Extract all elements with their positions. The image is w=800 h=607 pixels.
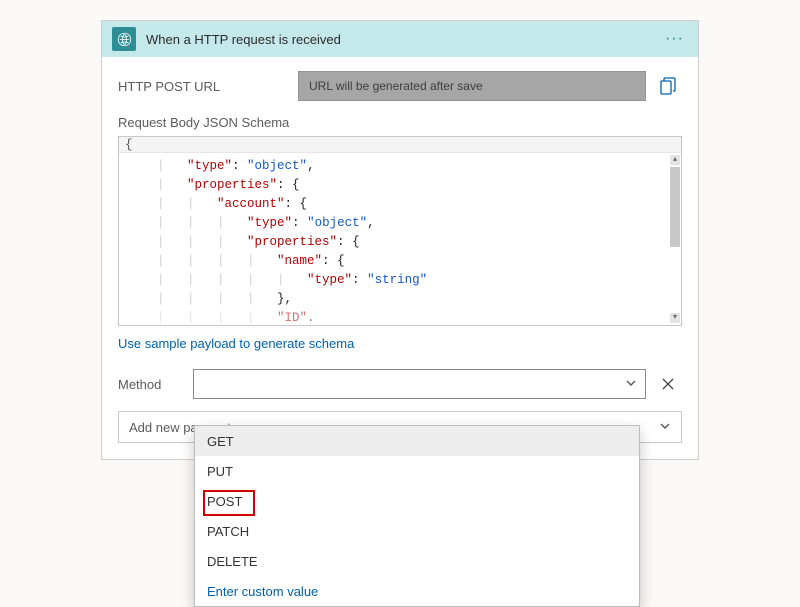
method-option-put[interactable]: PUT [195,456,639,486]
method-row: Method [118,369,682,399]
schema-line: | | "account": { [127,195,679,214]
trigger-card: When a HTTP request is received ··· HTTP… [101,20,699,460]
method-select[interactable] [193,369,646,399]
url-label: HTTP POST URL [118,79,298,94]
url-row: HTTP POST URL URL will be generated afte… [118,71,682,101]
url-readonly-field: URL will be generated after save [298,71,646,101]
method-label: Method [118,377,193,392]
close-icon [661,377,675,391]
copy-url-button[interactable] [654,72,682,100]
method-option-get[interactable]: GET [195,426,639,456]
schema-line: | | | | | "type": "string" [127,271,679,290]
schema-line: | "type": "object", [127,157,679,176]
schema-first-line: { [119,137,681,153]
enter-custom-value-link[interactable]: Enter custom value [195,576,639,606]
http-request-icon [112,27,136,51]
schema-line: | | | "type": "object", [127,214,679,233]
method-option-patch[interactable]: PATCH [195,516,639,546]
copy-icon [660,77,676,95]
schema-content: ▴ ▾ | "type": "object", | "properties": … [119,153,681,325]
schema-line: | | | | "name": { [127,252,679,271]
method-option-delete[interactable]: DELETE [195,546,639,576]
schema-line: | | | | "ID". [127,309,679,325]
clear-method-button[interactable] [654,370,682,398]
card-menu-button[interactable]: ··· [661,30,688,48]
chevron-down-icon [625,377,637,392]
schema-label: Request Body JSON Schema [118,115,682,130]
schema-line: | | | | }, [127,290,679,309]
method-option-post[interactable]: POST [195,486,639,516]
schema-editor[interactable]: { ▴ ▾ | "type": "object", | "properties"… [118,136,682,326]
schema-line: | "properties": { [127,176,679,195]
title-bar: When a HTTP request is received ··· [102,21,698,57]
use-sample-payload-link[interactable]: Use sample payload to generate schema [118,336,354,351]
method-dropdown: GETPUTPOSTPATCHDELETEEnter custom value [194,425,640,607]
schema-line: | | | "properties": { [127,233,679,252]
title-text: When a HTTP request is received [146,32,661,47]
chevron-down-icon [659,420,671,435]
